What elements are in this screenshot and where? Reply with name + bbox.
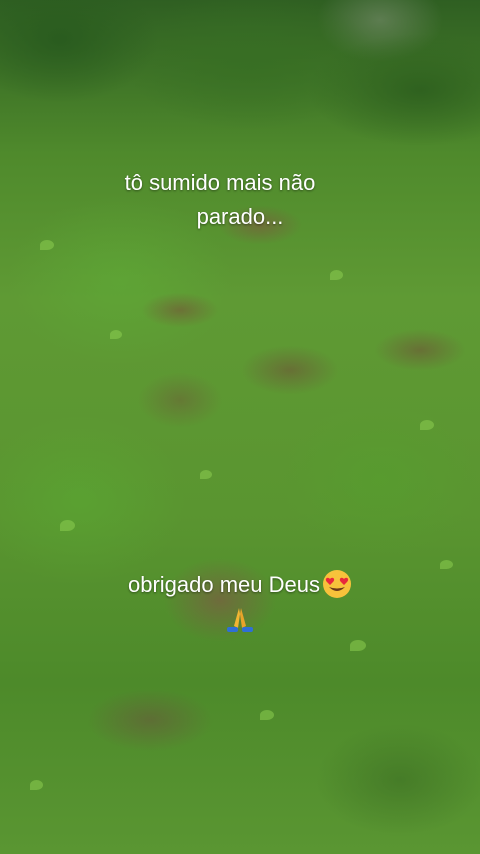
leaf-texture bbox=[420, 420, 434, 430]
leaf-texture bbox=[40, 240, 54, 250]
leaf-texture bbox=[30, 780, 43, 790]
leaf-texture bbox=[60, 520, 75, 531]
story-caption-bottom: obrigado meu Deus bbox=[0, 568, 480, 636]
story-caption-top: tô sumido mais não parado... bbox=[0, 166, 480, 234]
story-view: tô sumido mais não parado... obrigado me… bbox=[0, 0, 480, 854]
caption-line-2: parado... bbox=[196, 204, 284, 229]
caption-thanks: obrigado meu Deus bbox=[127, 572, 320, 597]
folded-hands-icon bbox=[224, 606, 256, 636]
caption-line-1: tô sumido mais não bbox=[124, 170, 316, 195]
leaf-texture bbox=[260, 710, 274, 720]
leaf-texture bbox=[200, 470, 212, 479]
leaf-texture bbox=[350, 640, 366, 651]
leaf-texture bbox=[330, 270, 343, 280]
leaf-texture bbox=[110, 330, 122, 339]
smiling-face-with-heart-eyes-icon bbox=[322, 569, 352, 599]
